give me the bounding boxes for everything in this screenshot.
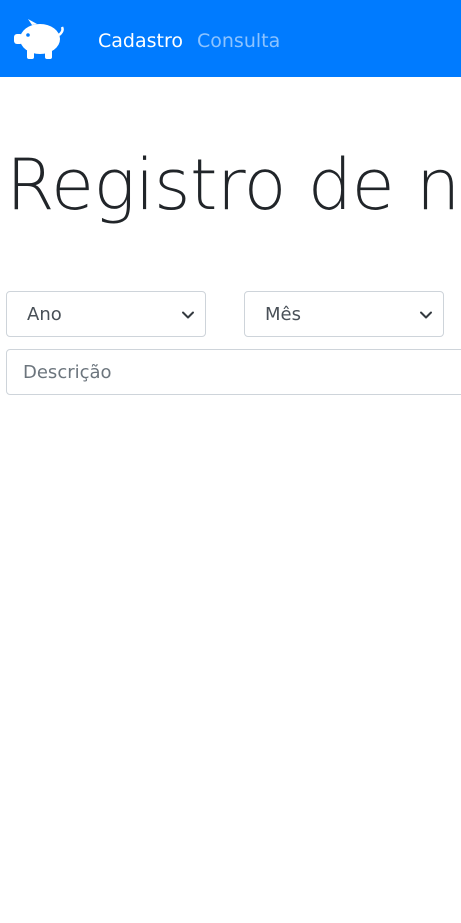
- mes-select[interactable]: Mês: [244, 291, 444, 337]
- chevron-down-icon: [182, 311, 194, 319]
- nav-link-consulta[interactable]: Consulta: [197, 29, 280, 53]
- navbar: Cadastro Consulta: [0, 0, 461, 77]
- mes-select-value: Mês: [265, 304, 301, 325]
- page: Cadastro Consulta Registro de nov Ano Mê…: [0, 0, 461, 923]
- descricao-input[interactable]: [7, 350, 461, 394]
- nav-link-cadastro[interactable]: Cadastro: [98, 29, 183, 53]
- ano-select-value: Ano: [27, 304, 62, 325]
- ano-select[interactable]: Ano: [6, 291, 206, 337]
- descricao-field: [6, 349, 461, 395]
- page-title: Registro de nov: [6, 144, 461, 226]
- piggy-bank-icon[interactable]: [13, 17, 65, 61]
- chevron-down-icon: [420, 311, 432, 319]
